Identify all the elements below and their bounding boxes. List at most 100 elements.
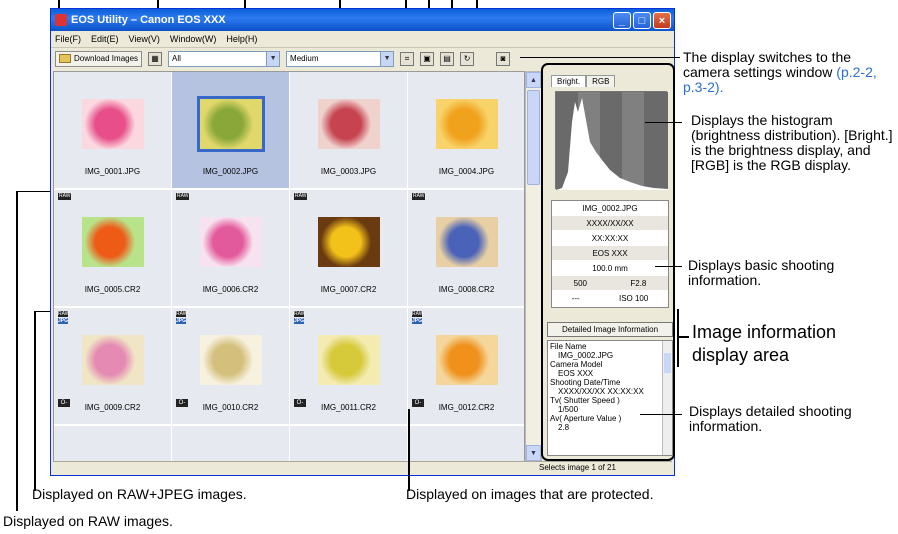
info-time: XX:XX:XX: [552, 231, 668, 246]
callout-tick: [476, 0, 478, 8]
thumbnail-file-name: IMG_0011.CR2: [321, 403, 376, 412]
menu-window[interactable]: Window(W): [170, 34, 217, 44]
info-iso: ISO 100: [618, 293, 649, 303]
thumbnail-cell[interactable]: IMG_0001.JPG: [54, 72, 172, 189]
raw-jpeg-icon: RAW JPG: [412, 311, 424, 324]
detail-line: 1/500: [558, 405, 579, 414]
protect-key-icon: O-: [412, 399, 424, 407]
detail-line: 2.8: [558, 423, 570, 432]
detailed-info-area[interactable]: File Name IMG_0002.JPG Camera Model EOS XXX…: [547, 340, 673, 456]
filter-select[interactable]: All ▼: [168, 50, 281, 67]
menu-view[interactable]: View(V): [129, 34, 160, 44]
tab-rgb[interactable]: RGB: [586, 75, 616, 87]
scroll-thumb[interactable]: [527, 90, 540, 185]
tab-bright[interactable]: Bright.: [551, 75, 587, 87]
thumbnail-image: [197, 96, 265, 152]
thumbnail-cell[interactable]: IMG_0008.CR2 RAW: [408, 190, 524, 307]
callout-tick: [339, 0, 341, 8]
thumbnail-cell[interactable]: IMG_0002.JPG: [172, 72, 290, 189]
minimize-button[interactable]: _: [613, 12, 631, 29]
thumbnail-cell[interactable]: [172, 426, 290, 461]
thumbnail-cell[interactable]: IMG_0011.CR2 RAW JPG O-: [290, 308, 408, 425]
title-bar[interactable]: EOS Utility – Canon EOS XXX _ □ ×: [51, 9, 674, 31]
raw-jpeg-icon: RAW JPG: [58, 311, 70, 324]
thumbnail-image: [318, 99, 380, 149]
scroll-down-icon[interactable]: ▼: [526, 445, 541, 461]
menu-help[interactable]: Help(H): [226, 34, 257, 44]
thumbnail-cell[interactable]: IMG_0007.CR2 RAW: [290, 190, 408, 307]
detail-line: Camera Model: [550, 360, 603, 369]
detailed-image-info-button[interactable]: Detailed Image Information: [547, 322, 673, 337]
menu-edit[interactable]: Edit(E): [91, 34, 119, 44]
camera-settings-icon[interactable]: ◙: [496, 51, 511, 66]
annotation-info-area: Image information display area: [692, 322, 837, 365]
thumbnail-cell[interactable]: IMG_0009.CR2 RAW JPG O-: [54, 308, 172, 425]
thumbnail-file-name: IMG_0003.JPG: [320, 167, 377, 176]
window-title: EOS Utility – Canon EOS XXX: [71, 14, 226, 26]
status-bar: Selects image 1 of 21: [53, 461, 672, 473]
detail-scroll-thumb[interactable]: [664, 353, 671, 373]
callout-tick: [157, 0, 159, 8]
callout-line: [655, 266, 682, 267]
annotation-detailed-info: Displays detailed shooting information.: [689, 403, 852, 434]
thumbnail-size-select[interactable]: Medium ▼: [286, 50, 395, 67]
raw-icon: RAW: [58, 193, 72, 200]
thumbnail-file-name: IMG_0002.JPG: [202, 167, 259, 176]
thumbnail-image: [200, 335, 262, 385]
callout-tick: [405, 0, 407, 8]
thumbnail-cell[interactable]: [54, 426, 172, 461]
annotation-basic-info: Displays basic shooting information.: [688, 257, 835, 288]
thumbnail-cell[interactable]: IMG_0005.CR2 RAW: [54, 190, 172, 307]
chevron-down-icon: ▼: [266, 51, 280, 66]
thumbnail-cell[interactable]: [408, 426, 524, 461]
scroll-up-icon[interactable]: ▲: [526, 72, 541, 88]
maximize-button[interactable]: □: [633, 12, 651, 29]
protect-key-icon: O-: [176, 399, 188, 407]
thumbnail-image: [436, 99, 498, 149]
callout-line: [520, 57, 680, 58]
bracket-line: [677, 309, 679, 367]
thumbnail-cell[interactable]: IMG_0004.JPG: [408, 72, 524, 189]
thumbnail-image: [436, 217, 498, 267]
thumbnail-cell[interactable]: IMG_0012.CR2 RAW JPG O-: [408, 308, 524, 425]
annotation-protected: Displayed on images that are protected.: [406, 486, 654, 502]
thumbnail-image: [82, 217, 144, 267]
filter-select-value: All: [172, 54, 181, 63]
thumbnail-image: [436, 335, 498, 385]
detail-scrollbar[interactable]: [662, 341, 672, 455]
callout-tick: [58, 0, 60, 8]
thumbnail-cell[interactable]: IMG_0010.CR2 RAW JPG O-: [172, 308, 290, 425]
protect-key-icon: O-: [58, 399, 70, 407]
close-button[interactable]: ×: [653, 12, 671, 29]
view-mode-icon[interactable]: ▦: [148, 51, 163, 66]
callout-line: [679, 336, 689, 338]
thumbnail-cell[interactable]: IMG_0003.JPG: [290, 72, 408, 189]
info-model: EOS XXX: [552, 246, 668, 261]
quick-preview-icon[interactable]: ▣: [420, 51, 435, 66]
rotate-icon[interactable]: ↻: [460, 51, 475, 66]
download-images-button[interactable]: Download Images: [55, 50, 143, 67]
thumbnail-cell[interactable]: [290, 426, 408, 461]
thumbnail-file-name: IMG_0007.CR2: [320, 285, 377, 294]
info-shutter: 500: [573, 278, 588, 288]
callout-line: [640, 414, 682, 415]
image-viewer-icon[interactable]: ▤: [440, 51, 455, 66]
eos-utility-window: EOS Utility – Canon EOS XXX _ □ × File(F…: [50, 8, 675, 476]
thumbnail-file-name: IMG_0009.CR2: [84, 403, 141, 412]
thumbnail-file-name: IMG_0004.JPG: [438, 167, 495, 176]
thumbnail-cell[interactable]: IMG_0006.CR2 RAW: [172, 190, 290, 307]
detail-line: EOS XXX: [558, 369, 594, 378]
thumbnail-scrollbar[interactable]: ▲ ▼: [525, 71, 542, 462]
thumbnail-file-name: IMG_0012.CR2: [438, 403, 495, 412]
callout-line-protected: [408, 409, 410, 491]
fit-window-icon[interactable]: ⌗: [400, 51, 415, 66]
raw-icon: RAW: [294, 193, 308, 200]
folder-icon: [59, 54, 71, 63]
thumbnail-image: [318, 217, 380, 267]
detail-line: XXXX/XX/XX XX:XX:XX: [558, 387, 644, 396]
annotation-histogram: Displays the histogram (brightness distr…: [691, 112, 893, 173]
menu-file[interactable]: File(F): [55, 34, 81, 44]
thumbnail-image: [82, 335, 144, 385]
callout-line-raw-jpeg: [34, 311, 36, 491]
info-date: XXXX/XX/XX: [552, 216, 668, 231]
